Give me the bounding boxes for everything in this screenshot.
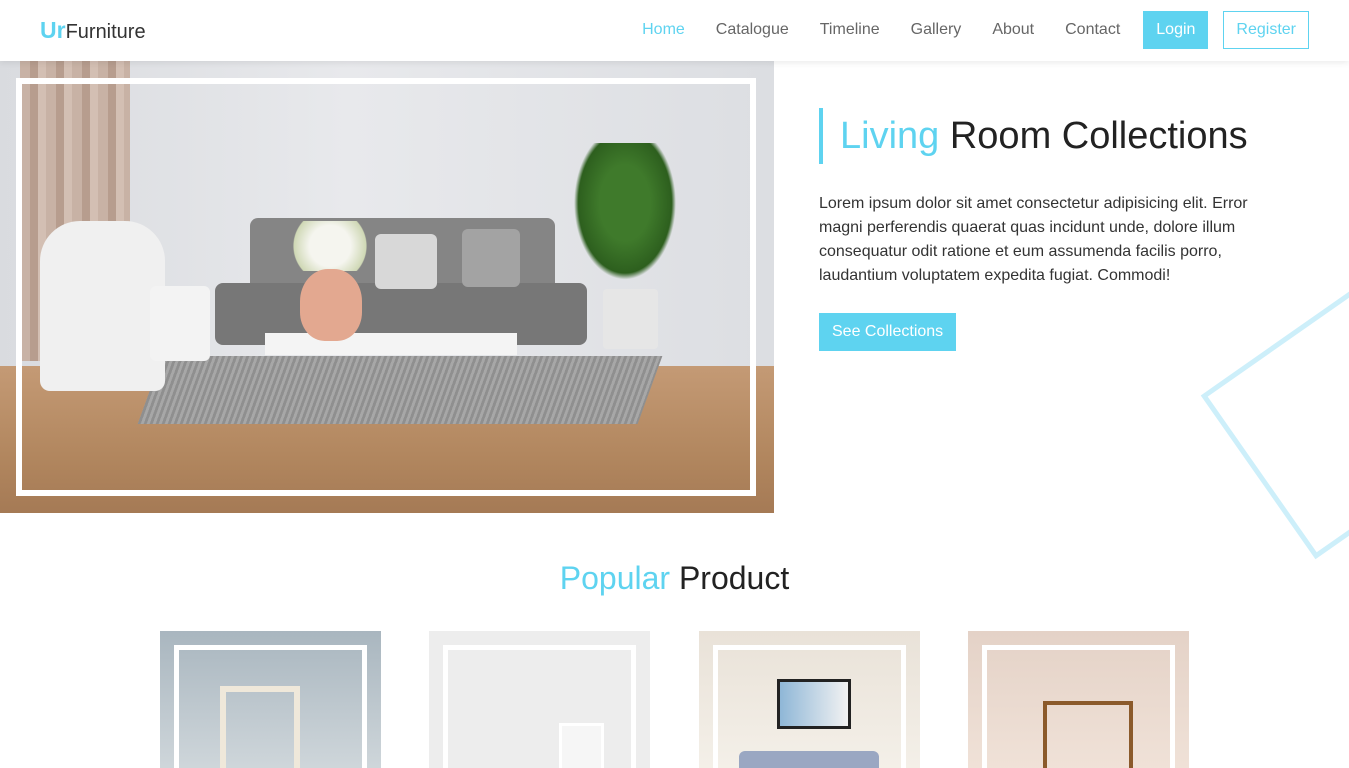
card-frame [713,645,906,768]
register-button[interactable]: Register [1223,11,1309,49]
product-card[interactable] [968,631,1189,768]
popular-title-accent: Popular [559,560,671,596]
nav-contact[interactable]: Contact [1065,11,1120,49]
product-card[interactable] [429,631,650,768]
product-card[interactable] [699,631,920,768]
nav-gallery[interactable]: Gallery [911,11,962,49]
login-button[interactable]: Login [1143,11,1209,49]
brand-name: Furniture [65,21,146,43]
hero-title-accent: Living [840,115,940,157]
popular-title-rest: Product [670,560,790,596]
product-card[interactable] [160,631,381,768]
card-frame [174,645,367,768]
hero-title-rest: Room Collections [939,115,1248,157]
nav-timeline[interactable]: Timeline [820,11,880,49]
hero-description: Lorem ipsum dolor sit amet consectetur a… [819,195,1248,284]
hero-image [0,61,774,513]
image-frame [16,78,756,496]
card-frame [982,645,1175,768]
nav-catalogue[interactable]: Catalogue [716,11,789,49]
card-frame [443,645,636,768]
brand-accent: Ur [40,17,66,43]
popular-title: Popular Product [0,560,1349,597]
nav-home[interactable]: Home [642,11,685,49]
brand-logo[interactable]: UrFurniture [40,17,146,44]
hero-title: Living Room Collections [819,108,1259,164]
nav-about[interactable]: About [992,11,1034,49]
hero-text: Living Room Collections Lorem ipsum dolo… [819,108,1259,351]
nav-links: Home Catalogue Timeline Gallery About Co… [611,11,1309,49]
see-collections-button[interactable]: See Collections [819,313,957,351]
navbar: UrFurniture Home Catalogue Timeline Gall… [0,0,1349,61]
